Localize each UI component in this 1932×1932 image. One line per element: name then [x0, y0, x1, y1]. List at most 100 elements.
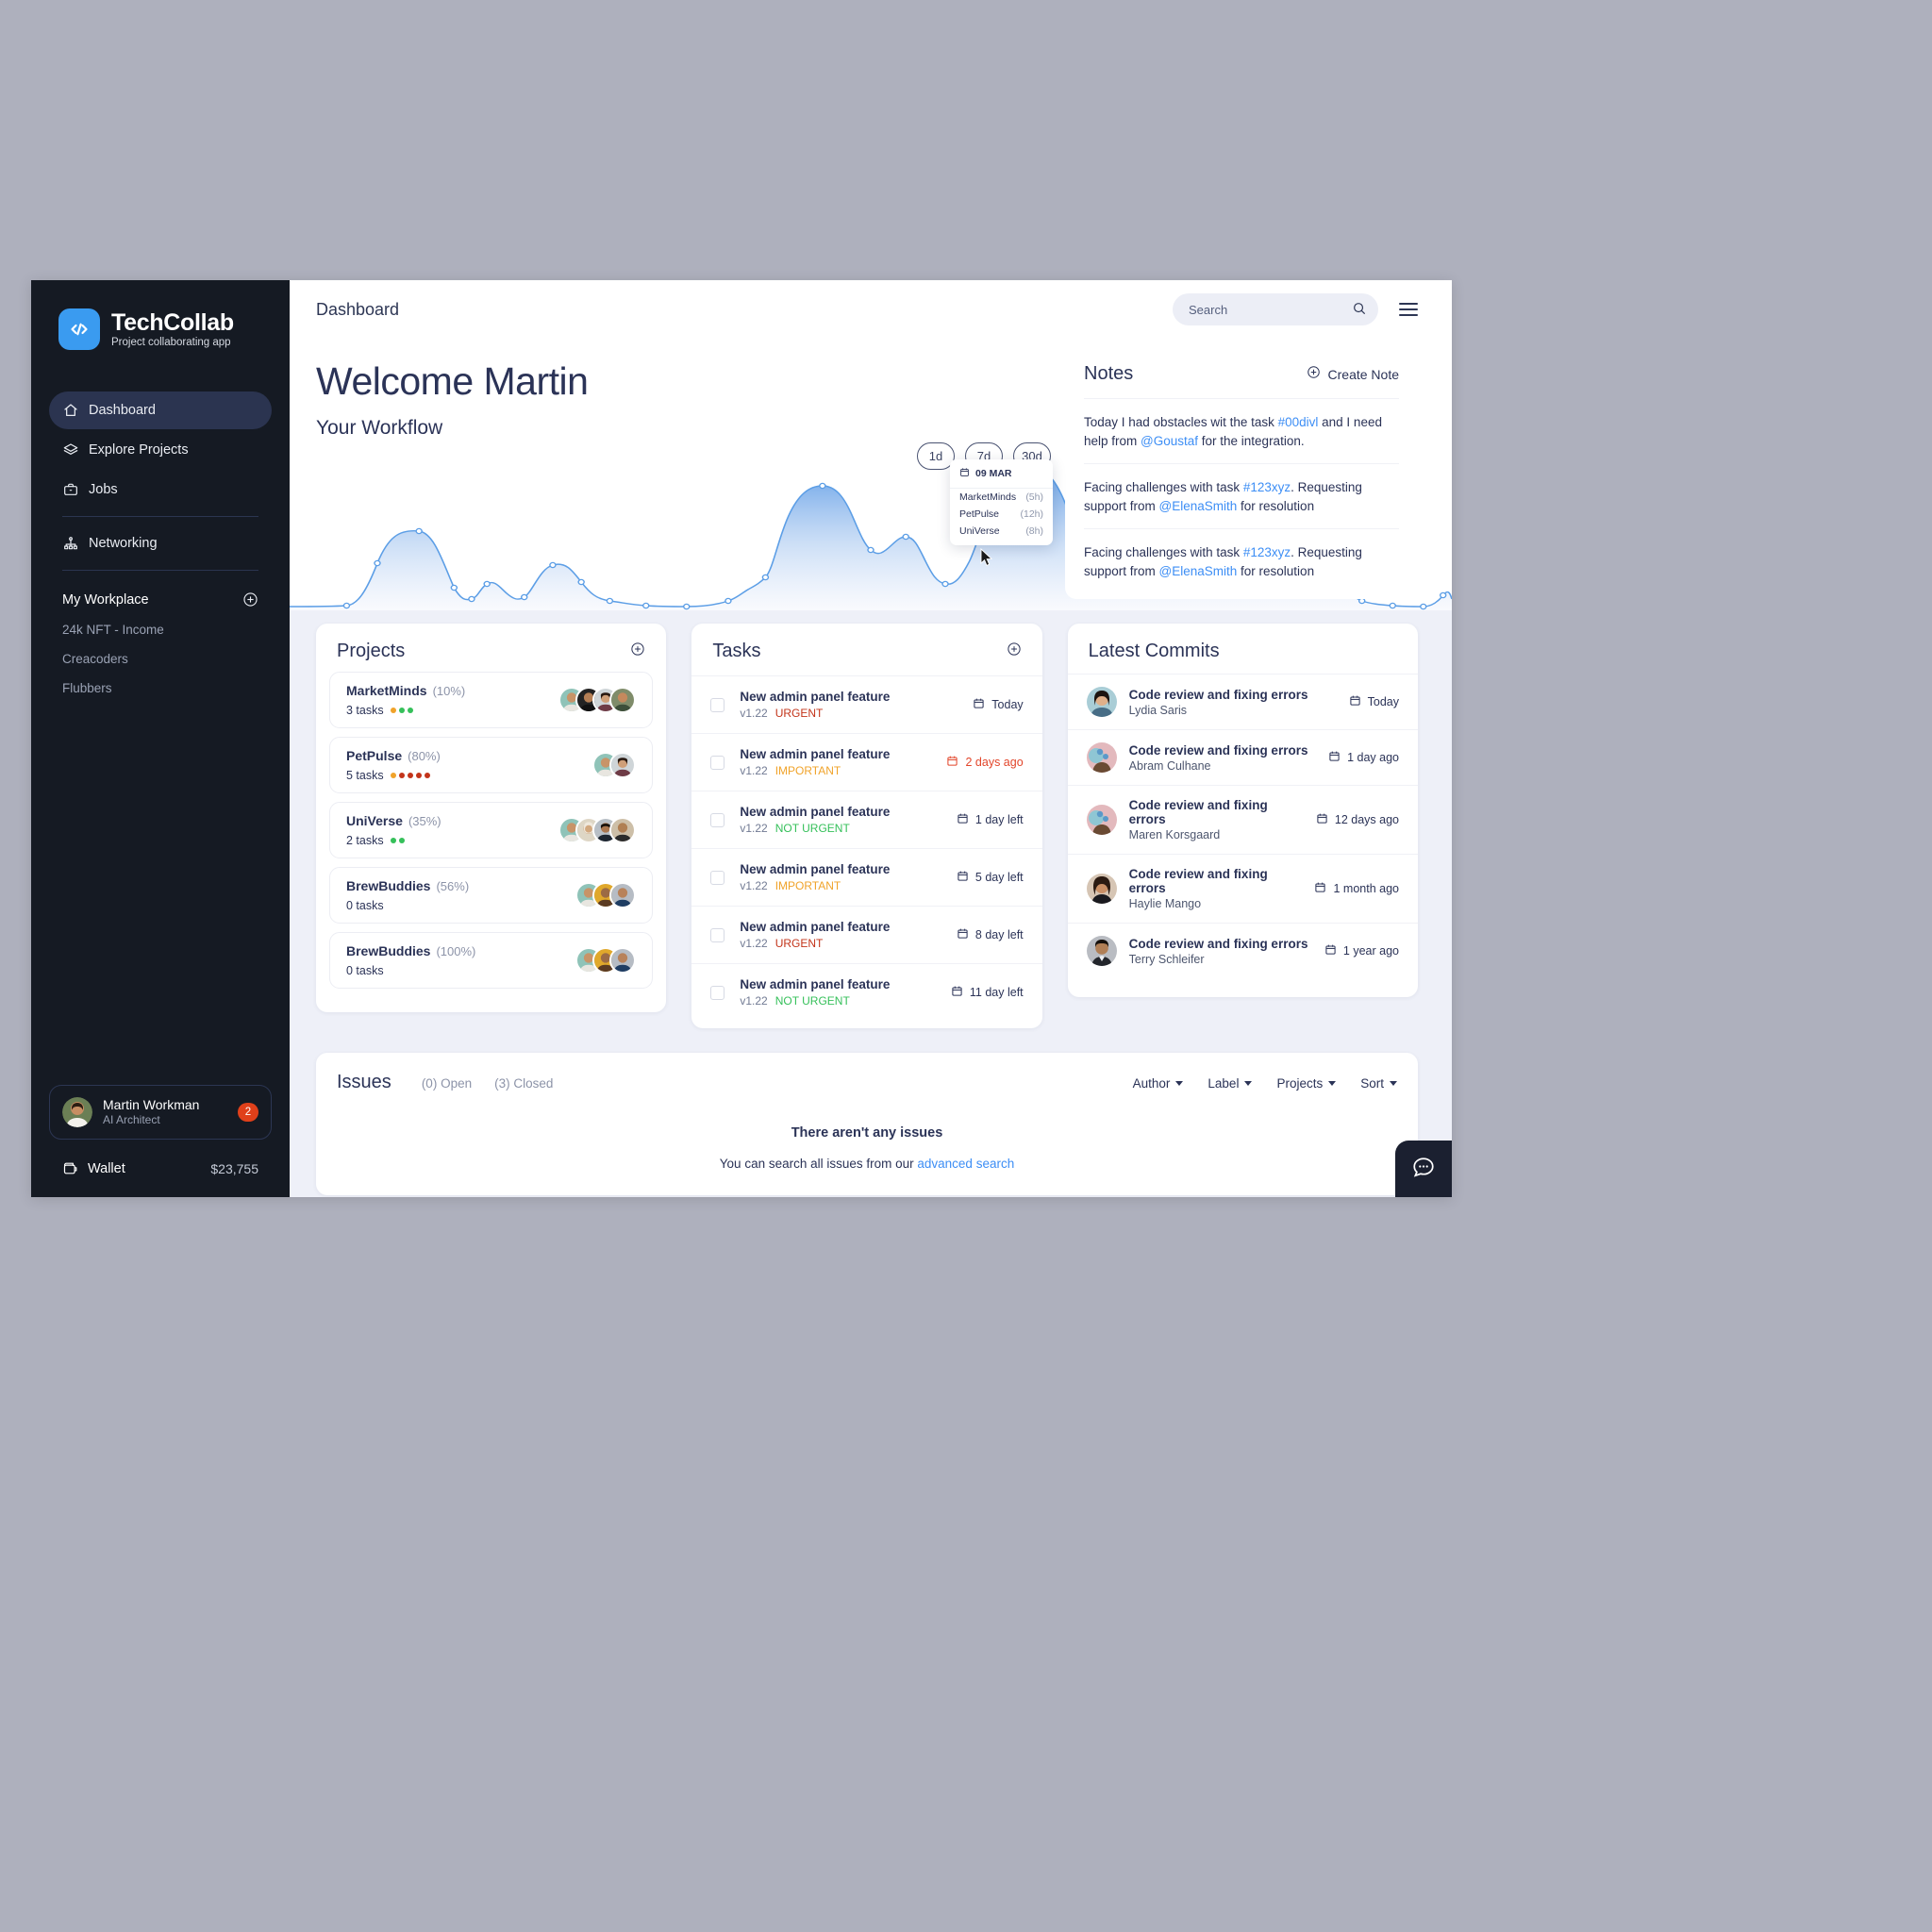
note-task-tag[interactable]: #00divl	[1278, 415, 1319, 429]
search-input[interactable]	[1173, 293, 1378, 325]
task-priority: URGENT	[774, 937, 824, 950]
filter-label: Label	[1208, 1076, 1240, 1091]
project-row[interactable]: BrewBuddies (100%) 0 tasks	[329, 932, 654, 989]
task-row[interactable]: New admin panel feature v1.22 IMPORTANT 2…	[691, 733, 1042, 791]
tooltip-row: PetPulse (12h)	[950, 506, 1053, 523]
chevron-down-icon	[1244, 1081, 1253, 1086]
sidebar-footer: Martin Workman AI Architect 2 Wallet $23…	[31, 1085, 290, 1197]
task-title: New admin panel feature	[740, 690, 891, 704]
sidebar: TechCollab Project collaborating app Das…	[31, 280, 290, 1197]
issues-closed-count[interactable]: (3) Closed	[494, 1076, 553, 1091]
note-mention[interactable]: @ElenaSmith	[1159, 499, 1238, 513]
project-row[interactable]: BrewBuddies (56%) 0 tasks	[329, 867, 654, 924]
hamburger-icon[interactable]	[1399, 303, 1418, 316]
chevron-down-icon	[1328, 1081, 1337, 1086]
note-item[interactable]: Facing challenges with task #123xyz. Req…	[1084, 528, 1399, 588]
workplace-item[interactable]: 24k NFT - Income	[62, 623, 258, 637]
note-text-pre: Facing challenges with task	[1084, 545, 1243, 560]
sidebar-item-label: Dashboard	[89, 403, 156, 418]
commit-row[interactable]: Code review and fixing errors Maren Kors…	[1067, 785, 1418, 854]
brand-name: TechCollab	[111, 308, 234, 336]
filter-label-dropdown[interactable]: Label	[1208, 1076, 1253, 1091]
avatar	[609, 687, 637, 713]
commit-date: 12 days ago	[1316, 812, 1399, 827]
task-due-label: 11 day left	[969, 986, 1024, 999]
project-row[interactable]: UniVerse (35%) 2 tasks	[329, 802, 654, 858]
search-icon[interactable]	[1352, 301, 1367, 321]
commit-title: Code review and fixing errors	[1128, 867, 1268, 895]
workplace-item[interactable]: Creacoders	[62, 652, 258, 666]
sidebar-item-networking[interactable]: Networking	[49, 525, 272, 562]
sidebar-item-jobs[interactable]: Jobs	[49, 471, 272, 508]
project-row[interactable]: MarketMinds (10%) 3 tasks	[329, 672, 654, 728]
commit-date-label: 1 year ago	[1342, 944, 1399, 958]
create-note-button[interactable]: Create Note	[1307, 365, 1399, 384]
workplace-item[interactable]: Flubbers	[62, 681, 258, 695]
task-row[interactable]: New admin panel feature v1.22 URGENT Toda…	[691, 675, 1042, 733]
task-checkbox[interactable]	[710, 927, 725, 942]
task-row[interactable]: New admin panel feature v1.22 NOT URGENT …	[691, 791, 1042, 848]
note-task-tag[interactable]: #123xyz	[1243, 480, 1291, 494]
task-checkbox[interactable]	[710, 755, 725, 770]
chat-button[interactable]	[1395, 1141, 1452, 1197]
sidebar-item-dashboard[interactable]: Dashboard	[49, 391, 272, 429]
issues-counts: (0) Open (3) Closed	[422, 1076, 554, 1091]
task-row[interactable]: New admin panel feature v1.22 IMPORTANT 5…	[691, 848, 1042, 906]
issues-empty-title: There aren't any issues	[791, 1125, 943, 1141]
avatar	[609, 817, 637, 843]
commit-row[interactable]: Code review and fixing errors Abram Culh…	[1067, 729, 1418, 785]
issues-empty-state: There aren't any issues You can search a…	[337, 1125, 1397, 1171]
note-text-pre: Facing challenges with task	[1084, 480, 1243, 495]
project-row[interactable]: PetPulse (80%) 5 tasks	[329, 737, 654, 793]
advanced-search-link[interactable]: advanced search	[917, 1157, 1014, 1171]
commit-row[interactable]: Code review and fixing errors Haylie Man…	[1067, 854, 1418, 923]
commit-row[interactable]: Code review and fixing errors Lydia Sari…	[1067, 674, 1418, 729]
layers-icon	[62, 442, 78, 458]
task-checkbox[interactable]	[710, 697, 725, 712]
profile-card[interactable]: Martin Workman AI Architect 2	[49, 1085, 272, 1140]
notes-header: Notes Create Note	[1084, 363, 1399, 385]
sidebar-item-explore-projects[interactable]: Explore Projects	[49, 431, 272, 469]
issues-open-count[interactable]: (0) Open	[422, 1076, 472, 1091]
note-item[interactable]: Facing challenges with task #123xyz. Req…	[1084, 463, 1399, 528]
tooltip-header: 09 MAR	[950, 459, 1053, 489]
project-task-count: 0 tasks	[346, 964, 384, 977]
note-mention[interactable]: @Goustaf	[1141, 434, 1198, 448]
filter-sort[interactable]: Sort	[1360, 1076, 1397, 1091]
project-status-dots	[390, 838, 405, 843]
note-task-tag[interactable]: #123xyz	[1243, 545, 1291, 559]
avatar	[609, 947, 637, 974]
tooltip-row: MarketMinds (5h)	[950, 489, 1053, 506]
search-container	[1173, 293, 1378, 325]
calendar-icon	[957, 812, 969, 827]
commits-title: Latest Commits	[1088, 641, 1220, 661]
chart-tooltip: 09 MAR MarketMinds (5h) PetPulse (12h) U…	[950, 459, 1053, 545]
plus-circle-icon[interactable]	[242, 591, 258, 608]
note-text-pre: Today I had obstacles wit the task	[1084, 415, 1278, 429]
avatar	[609, 752, 637, 778]
task-checkbox[interactable]	[710, 870, 725, 885]
task-row[interactable]: New admin panel feature v1.22 URGENT 8 da…	[691, 906, 1042, 963]
filter-label: Sort	[1360, 1076, 1384, 1091]
task-checkbox[interactable]	[710, 812, 725, 827]
note-item[interactable]: Today I had obstacles wit the task #00di…	[1084, 398, 1399, 463]
issues-title: Issues	[337, 1072, 391, 1092]
commit-row[interactable]: Code review and fixing errors Terry Schl…	[1067, 923, 1418, 978]
project-status-dots	[390, 708, 413, 713]
add-project-button[interactable]	[630, 641, 645, 661]
filter-author[interactable]: Author	[1133, 1076, 1184, 1091]
filter-label: Author	[1132, 1076, 1171, 1091]
commit-author: Haylie Mango	[1128, 897, 1202, 910]
add-task-button[interactable]	[1007, 641, 1022, 661]
app-window: TechCollab Project collaborating app Das…	[31, 280, 1452, 1197]
task-checkbox[interactable]	[710, 985, 725, 1000]
project-name: PetPulse	[346, 748, 403, 763]
note-mention[interactable]: @ElenaSmith	[1159, 564, 1238, 578]
task-row[interactable]: New admin panel feature v1.22 NOT URGENT …	[691, 963, 1042, 1021]
commit-title: Code review and fixing errors	[1128, 742, 1308, 758]
sidebar-item-label: Networking	[89, 536, 158, 551]
wallet-row[interactable]: Wallet $23,755	[49, 1160, 272, 1176]
tooltip-project-name: UniVerse	[959, 525, 1000, 537]
avatar-stack	[575, 947, 637, 974]
filter-projects[interactable]: Projects	[1276, 1076, 1337, 1091]
